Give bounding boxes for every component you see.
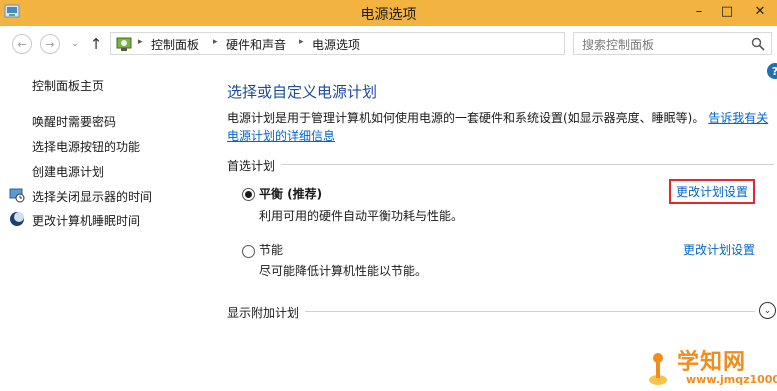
breadcrumb-hardware-sound[interactable]: 硬件和声音 xyxy=(226,36,286,53)
page-title: 选择或自定义电源计划 xyxy=(227,83,378,101)
chevron-down-icon[interactable]: ⌄ xyxy=(759,302,776,319)
sidebar-item-wake-password[interactable]: 唤醒时需要密码 xyxy=(32,113,116,130)
sidebar-item-create-plan[interactable]: 创建电源计划 xyxy=(32,163,104,180)
watermark-url: www.jmqz1000.com xyxy=(686,373,777,386)
recent-locations-button[interactable]: ⌄ xyxy=(68,34,82,54)
breadcrumb-separator: ▸ xyxy=(138,37,143,47)
description-text: 电源计划是用于管理计算机如何使用电源的一套硬件和系统设置(如显示器亮度、睡眠等)… xyxy=(227,111,705,125)
plan-balanced-radio[interactable] xyxy=(242,188,255,201)
breadcrumb-separator[interactable]: ▸ xyxy=(299,37,304,47)
sidebar-item-control-panel-home[interactable]: 控制面板主页 xyxy=(32,77,104,94)
plan-balanced-description: 利用可用的硬件自动平衡功耗与性能。 xyxy=(259,209,464,223)
window-title: 电源选项 xyxy=(360,7,417,23)
back-button[interactable]: ← xyxy=(12,34,32,54)
watermark-text: 学知网 xyxy=(677,350,747,375)
close-button[interactable]: ✕ xyxy=(743,0,777,22)
address-bar[interactable]: ▸ 控制面板 ▸ 硬件和声音 ▸ 电源选项 ⌄ ↻ xyxy=(110,32,664,55)
search-placeholder: 搜索控制面板 xyxy=(582,38,655,52)
change-plan-settings-power-saver-link[interactable]: 更改计划设置 xyxy=(683,241,755,258)
show-additional-plans-label[interactable]: 显示附加计划 xyxy=(227,304,306,321)
help-icon[interactable]: ? xyxy=(767,63,777,79)
control-panel-icon xyxy=(116,37,132,51)
up-button[interactable]: ↑ xyxy=(88,33,104,55)
change-plan-settings-balanced-link[interactable]: 更改计划设置 xyxy=(669,179,756,204)
title-bar: 电源选项 – □ ✕ xyxy=(0,0,777,26)
plan-balanced-name[interactable]: 平衡 (推荐) xyxy=(259,185,322,202)
search-box[interactable]: 搜索控制面板 xyxy=(573,32,772,55)
breadcrumb-power-options[interactable]: 电源选项 xyxy=(312,36,360,53)
maximize-button[interactable]: □ xyxy=(713,0,741,22)
preferred-plans-label: 首选计划 xyxy=(227,157,282,174)
section-divider xyxy=(227,311,755,312)
display-clock-icon xyxy=(9,188,25,203)
moon-icon xyxy=(10,212,24,226)
sidebar-item-display-off-time[interactable]: 选择关闭显示器的时间 xyxy=(32,188,152,205)
search-icon[interactable] xyxy=(751,37,765,51)
minimize-button[interactable]: – xyxy=(685,0,713,22)
breadcrumb-separator[interactable]: ▸ xyxy=(213,37,218,47)
sidebar-item-power-buttons[interactable]: 选择电源按钮的功能 xyxy=(32,138,140,155)
page-description: 电源计划是用于管理计算机如何使用电源的一套硬件和系统设置(如显示器亮度、睡眠等)… xyxy=(227,109,777,145)
plan-power-saver-radio[interactable] xyxy=(242,245,255,258)
section-divider xyxy=(227,164,774,165)
sidebar-item-sleep-time[interactable]: 更改计算机睡眠时间 xyxy=(32,212,140,229)
breadcrumb-control-panel[interactable]: 控制面板 xyxy=(151,36,199,53)
plan-power-saver-name[interactable]: 节能 xyxy=(259,241,283,258)
forward-button[interactable]: → xyxy=(40,34,60,54)
address-row: ← → ⌄ ↑ ▸ 控制面板 ▸ 硬件和声音 ▸ 电源选项 ⌄ ↻ 搜索控制面板 xyxy=(0,26,777,62)
plan-power-saver-description: 尽可能降低计算机性能以节能。 xyxy=(259,264,428,278)
